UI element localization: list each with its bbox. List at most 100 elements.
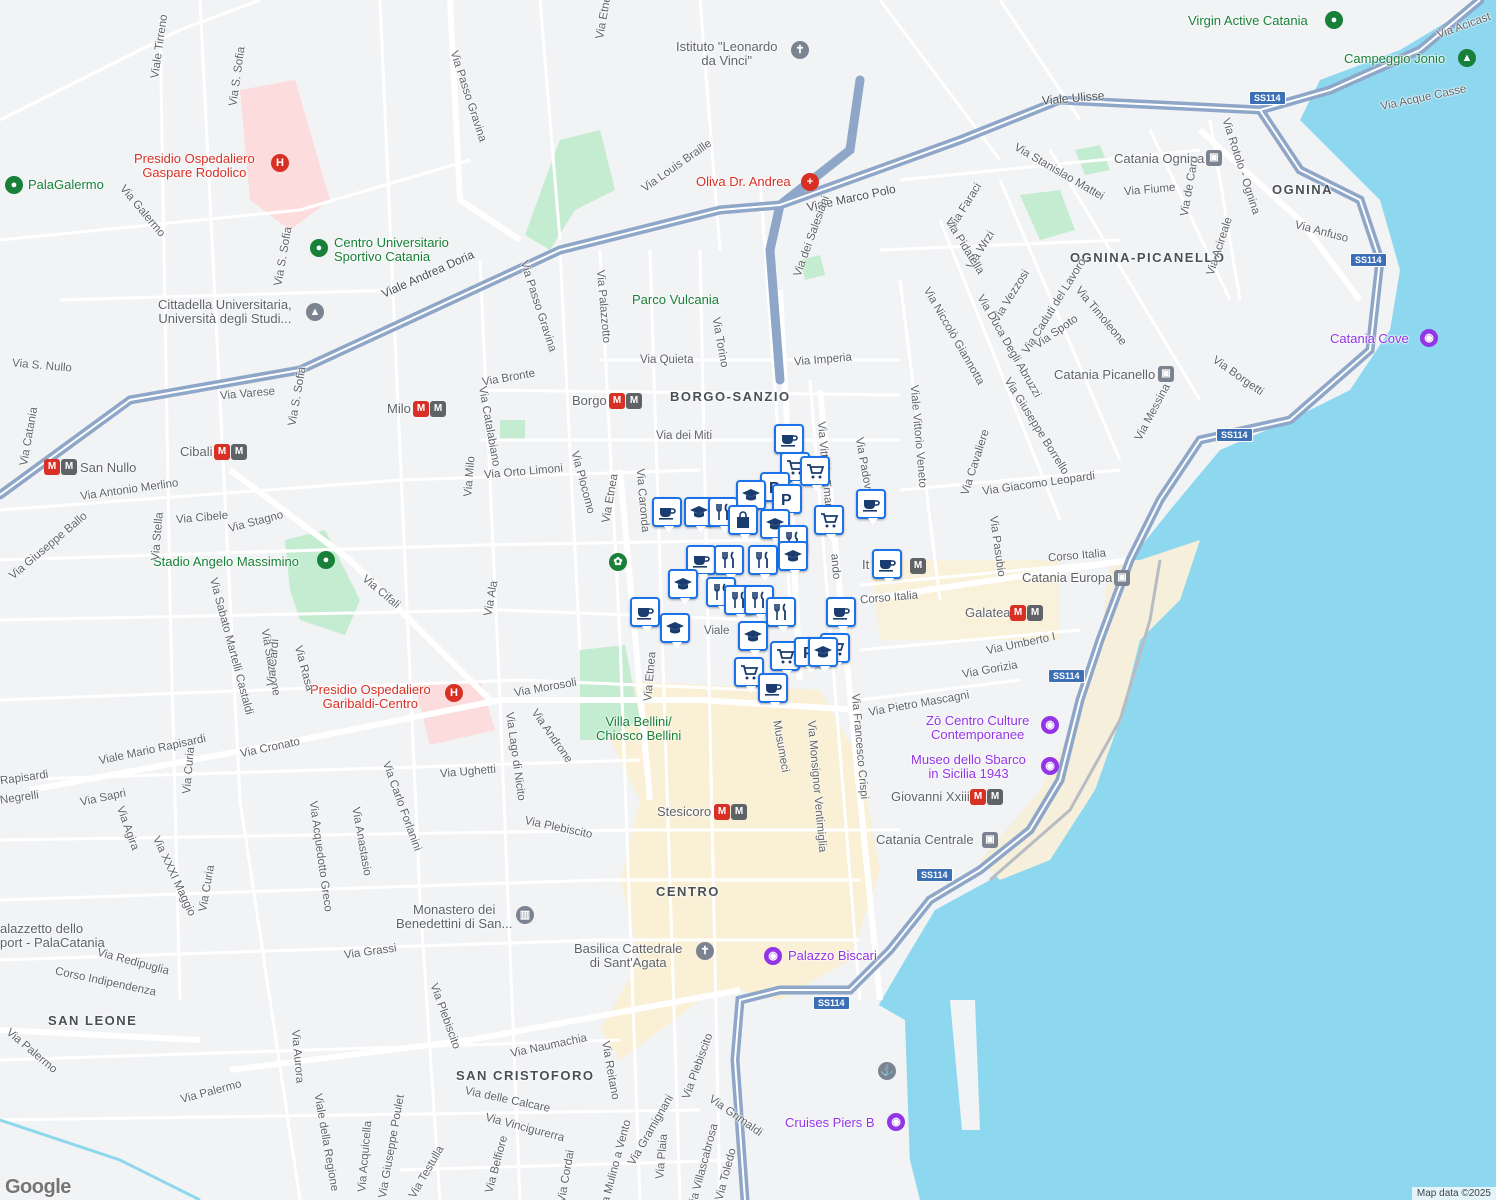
poi-cittadella[interactable]: Cittadella Universitaria, Università deg…	[158, 298, 292, 326]
poi-cruises[interactable]: Cruises Piers B	[785, 1116, 875, 1130]
poi-oliva[interactable]: Oliva Dr. Andrea	[696, 175, 791, 189]
park-massimino	[285, 530, 360, 635]
poi-galatea[interactable]: Galatea	[965, 606, 1011, 620]
metro-icon: M	[413, 401, 429, 417]
svg-text:P: P	[781, 492, 792, 509]
poi-cibali[interactable]: Cibali	[180, 445, 213, 459]
poi-museo-sbarco[interactable]: Museo dello Sbarco in Sicilia 1943	[911, 753, 1026, 781]
poi-giovanni[interactable]: Giovanni Xxiii	[891, 790, 970, 804]
map-canvas[interactable]: BORGO-SANZIO CENTRO SAN LEONE SAN CRISTO…	[0, 0, 1496, 1200]
church-icon: ✝	[696, 942, 714, 960]
coffee-marker[interactable]	[774, 424, 804, 460]
metro-icon: M	[231, 444, 247, 460]
camping-icon: ▲	[1458, 49, 1476, 67]
poi-campeggio[interactable]: Campeggio Jonio	[1344, 52, 1445, 66]
area-centro: CENTRO	[656, 884, 720, 899]
poi-monastero[interactable]: Monastero dei Benedettini di San...	[396, 903, 512, 931]
poi-palagalermo[interactable]: PalaGalermo	[28, 178, 104, 192]
train-icon: ▣	[1114, 570, 1130, 586]
school-marker[interactable]	[738, 621, 768, 657]
area-san-cristoforo: SAN CRISTOFORO	[456, 1068, 595, 1083]
ferry-icon: ⚓	[878, 1062, 896, 1080]
poi-istituto[interactable]: Istituto "Leonardo da Vinci"	[676, 40, 777, 68]
coffee-icon	[693, 556, 710, 568]
bag-icon	[737, 511, 749, 528]
school-icon	[690, 506, 708, 518]
street-label: Via dei Miti	[656, 430, 713, 442]
school-icon	[666, 622, 684, 634]
coffee-marker[interactable]	[826, 597, 856, 633]
metro-icon: M	[714, 804, 730, 820]
coffee-marker[interactable]	[652, 497, 682, 533]
poi-catania-picanello[interactable]: Catania Picanello	[1054, 368, 1155, 382]
area-borgo-sanzio: BORGO-SANZIO	[670, 389, 791, 404]
coffee-icon	[863, 500, 880, 512]
coffee-marker[interactable]	[856, 489, 886, 525]
gym-icon: ●	[1325, 11, 1343, 29]
poi-presidio-rodolico[interactable]: Presidio Ospedaliero Gaspare Rodolico	[134, 152, 255, 180]
poi-centro-universitario[interactable]: Centro Universitario Sportivo Catania	[334, 236, 449, 264]
poi-borgo[interactable]: Borgo	[572, 394, 607, 408]
poi-stadio[interactable]: Stadio Angelo Massimino	[153, 555, 299, 569]
museum-icon: ◉	[1041, 757, 1059, 775]
highway-shield: SS114	[1350, 253, 1387, 267]
hospital-icon: H	[271, 154, 289, 172]
parking-icon: P	[781, 492, 792, 509]
food-marker[interactable]	[748, 545, 778, 581]
food-marker[interactable]	[714, 545, 744, 581]
coffee-icon	[765, 684, 782, 696]
cart-marker[interactable]	[814, 505, 844, 541]
area-ognina: OGNINA	[1272, 182, 1333, 197]
park-galermo	[525, 130, 615, 250]
poi-virgin[interactable]: Virgin Active Catania	[1188, 14, 1308, 28]
coffee-icon	[659, 508, 676, 520]
area-san-leone: SAN LEONE	[48, 1013, 138, 1028]
poi-stesicoro[interactable]: Stesicoro	[657, 805, 711, 819]
poi-catania-centrale[interactable]: Catania Centrale	[876, 833, 974, 847]
food-icon	[774, 603, 786, 620]
food-marker[interactable]	[766, 597, 796, 633]
poi-parco-vulcania[interactable]: Parco Vulcania	[632, 293, 719, 307]
stadium-icon: ●	[317, 551, 335, 569]
flower-icon: ✿	[609, 553, 627, 571]
school-icon	[814, 646, 832, 658]
highway-shield: SS114	[916, 868, 953, 882]
poi-basilica[interactable]: Basilica Cattedrale di Sant'Agata	[574, 942, 682, 970]
poi-palazzetto[interactable]: alazzetto dello port - PalaCatania	[0, 922, 105, 950]
coffee-icon	[833, 608, 850, 620]
highway-shield: SS114	[1249, 91, 1286, 105]
coffee-marker[interactable]	[872, 549, 902, 585]
coffee-marker[interactable]	[758, 673, 788, 709]
poi-zo-centro[interactable]: Zō Centro Culture Contemporanee	[926, 714, 1029, 742]
church-icon: ✝	[791, 41, 809, 59]
train-icon: ▣	[982, 832, 998, 848]
metro-icon: M	[731, 804, 747, 820]
school-icon	[742, 489, 760, 501]
poi-villa-bellini[interactable]: Villa Bellini/ Chiosco Bellini	[596, 715, 681, 743]
sport-icon: ●	[5, 176, 23, 194]
school-marker[interactable]	[808, 637, 838, 673]
attraction-icon: ◉	[887, 1113, 905, 1131]
poi-palazzo-biscari[interactable]: Palazzo Biscari	[788, 949, 877, 963]
sport-icon: ●	[310, 239, 328, 257]
metro-icon: M	[44, 459, 60, 475]
map-attribution[interactable]: Map data ©2025	[1411, 1187, 1496, 1200]
poi-presidio-garibaldi[interactable]: Presidio Ospedaliero Garibaldi-Centro	[310, 683, 431, 711]
school-marker[interactable]	[668, 569, 698, 605]
school-marker[interactable]	[778, 541, 808, 577]
school-marker[interactable]	[660, 613, 690, 649]
coffee-marker[interactable]	[630, 597, 660, 633]
poi-san-nullo[interactable]: San Nullo	[80, 461, 136, 475]
highway-shield: SS114	[1048, 669, 1085, 683]
poi-italia[interactable]: It	[862, 558, 869, 572]
bag-marker[interactable]	[728, 505, 758, 541]
metro-icon: M	[1027, 605, 1043, 621]
poi-milo[interactable]: Milo	[387, 402, 411, 416]
cart-marker[interactable]	[800, 456, 830, 492]
poi-catania-europa[interactable]: Catania Europa	[1022, 571, 1112, 585]
coffee-icon	[637, 608, 654, 620]
metro-icon: M	[214, 444, 230, 460]
port-land	[760, 1000, 910, 1170]
train-icon: ▣	[1206, 150, 1222, 166]
poi-catania-cove[interactable]: Catania Cove	[1330, 332, 1409, 346]
